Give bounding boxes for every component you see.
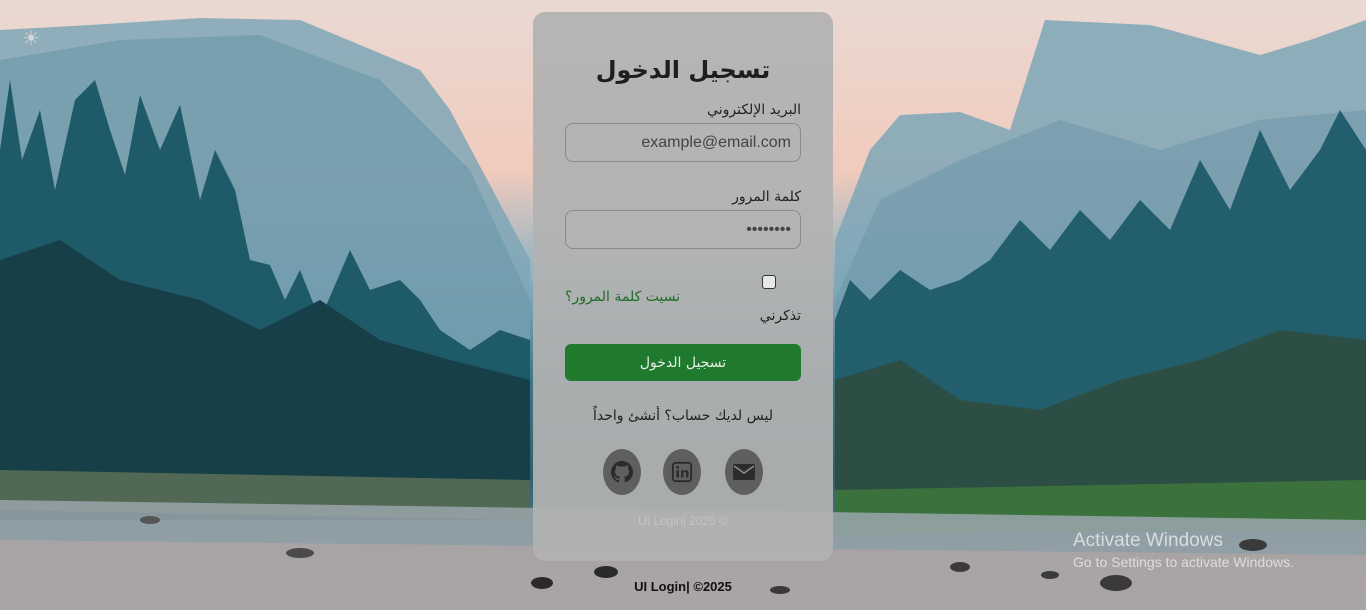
github-button[interactable] [603,449,641,495]
email-icon [733,464,755,480]
signup-link[interactable]: ليس لديك حساب؟ أنشئ واحداً [533,408,833,424]
password-value: •••••••• [746,220,791,238]
login-card: تسجيل الدخول البريد الإلكتروني example@e… [533,12,833,561]
watermark-title: Activate Windows [1073,530,1223,551]
remember-label: تذكرني [759,308,801,324]
github-icon [611,461,633,483]
page-footer: UI Login| ©2025 [634,579,732,594]
remember-checkbox[interactable] [762,275,776,289]
email-field[interactable]: example@email.com [565,123,801,162]
linkedin-button[interactable] [663,449,701,495]
page-title: تسجيل الدخول [595,56,771,84]
linkedin-icon [671,461,693,483]
email-placeholder: example@email.com [641,133,791,151]
watermark-subtitle: Go to Settings to activate Windows. [1073,554,1294,570]
password-field[interactable]: •••••••• [565,210,801,249]
social-links [533,449,833,495]
login-button[interactable]: تسجيل الدخول [565,344,801,381]
email-label: البريد الإلكتروني [707,102,801,118]
password-label: كلمة المرور [732,189,801,205]
sun-icon[interactable]: ☀ [20,27,42,49]
forgot-password-link[interactable]: نسيت كلمة المرور؟ [565,289,680,305]
windows-activation-watermark: Activate Windows Go to Settings to activ… [1073,530,1294,570]
card-footer: UI Login| 2025 © [637,514,729,528]
email-button[interactable] [725,449,763,495]
